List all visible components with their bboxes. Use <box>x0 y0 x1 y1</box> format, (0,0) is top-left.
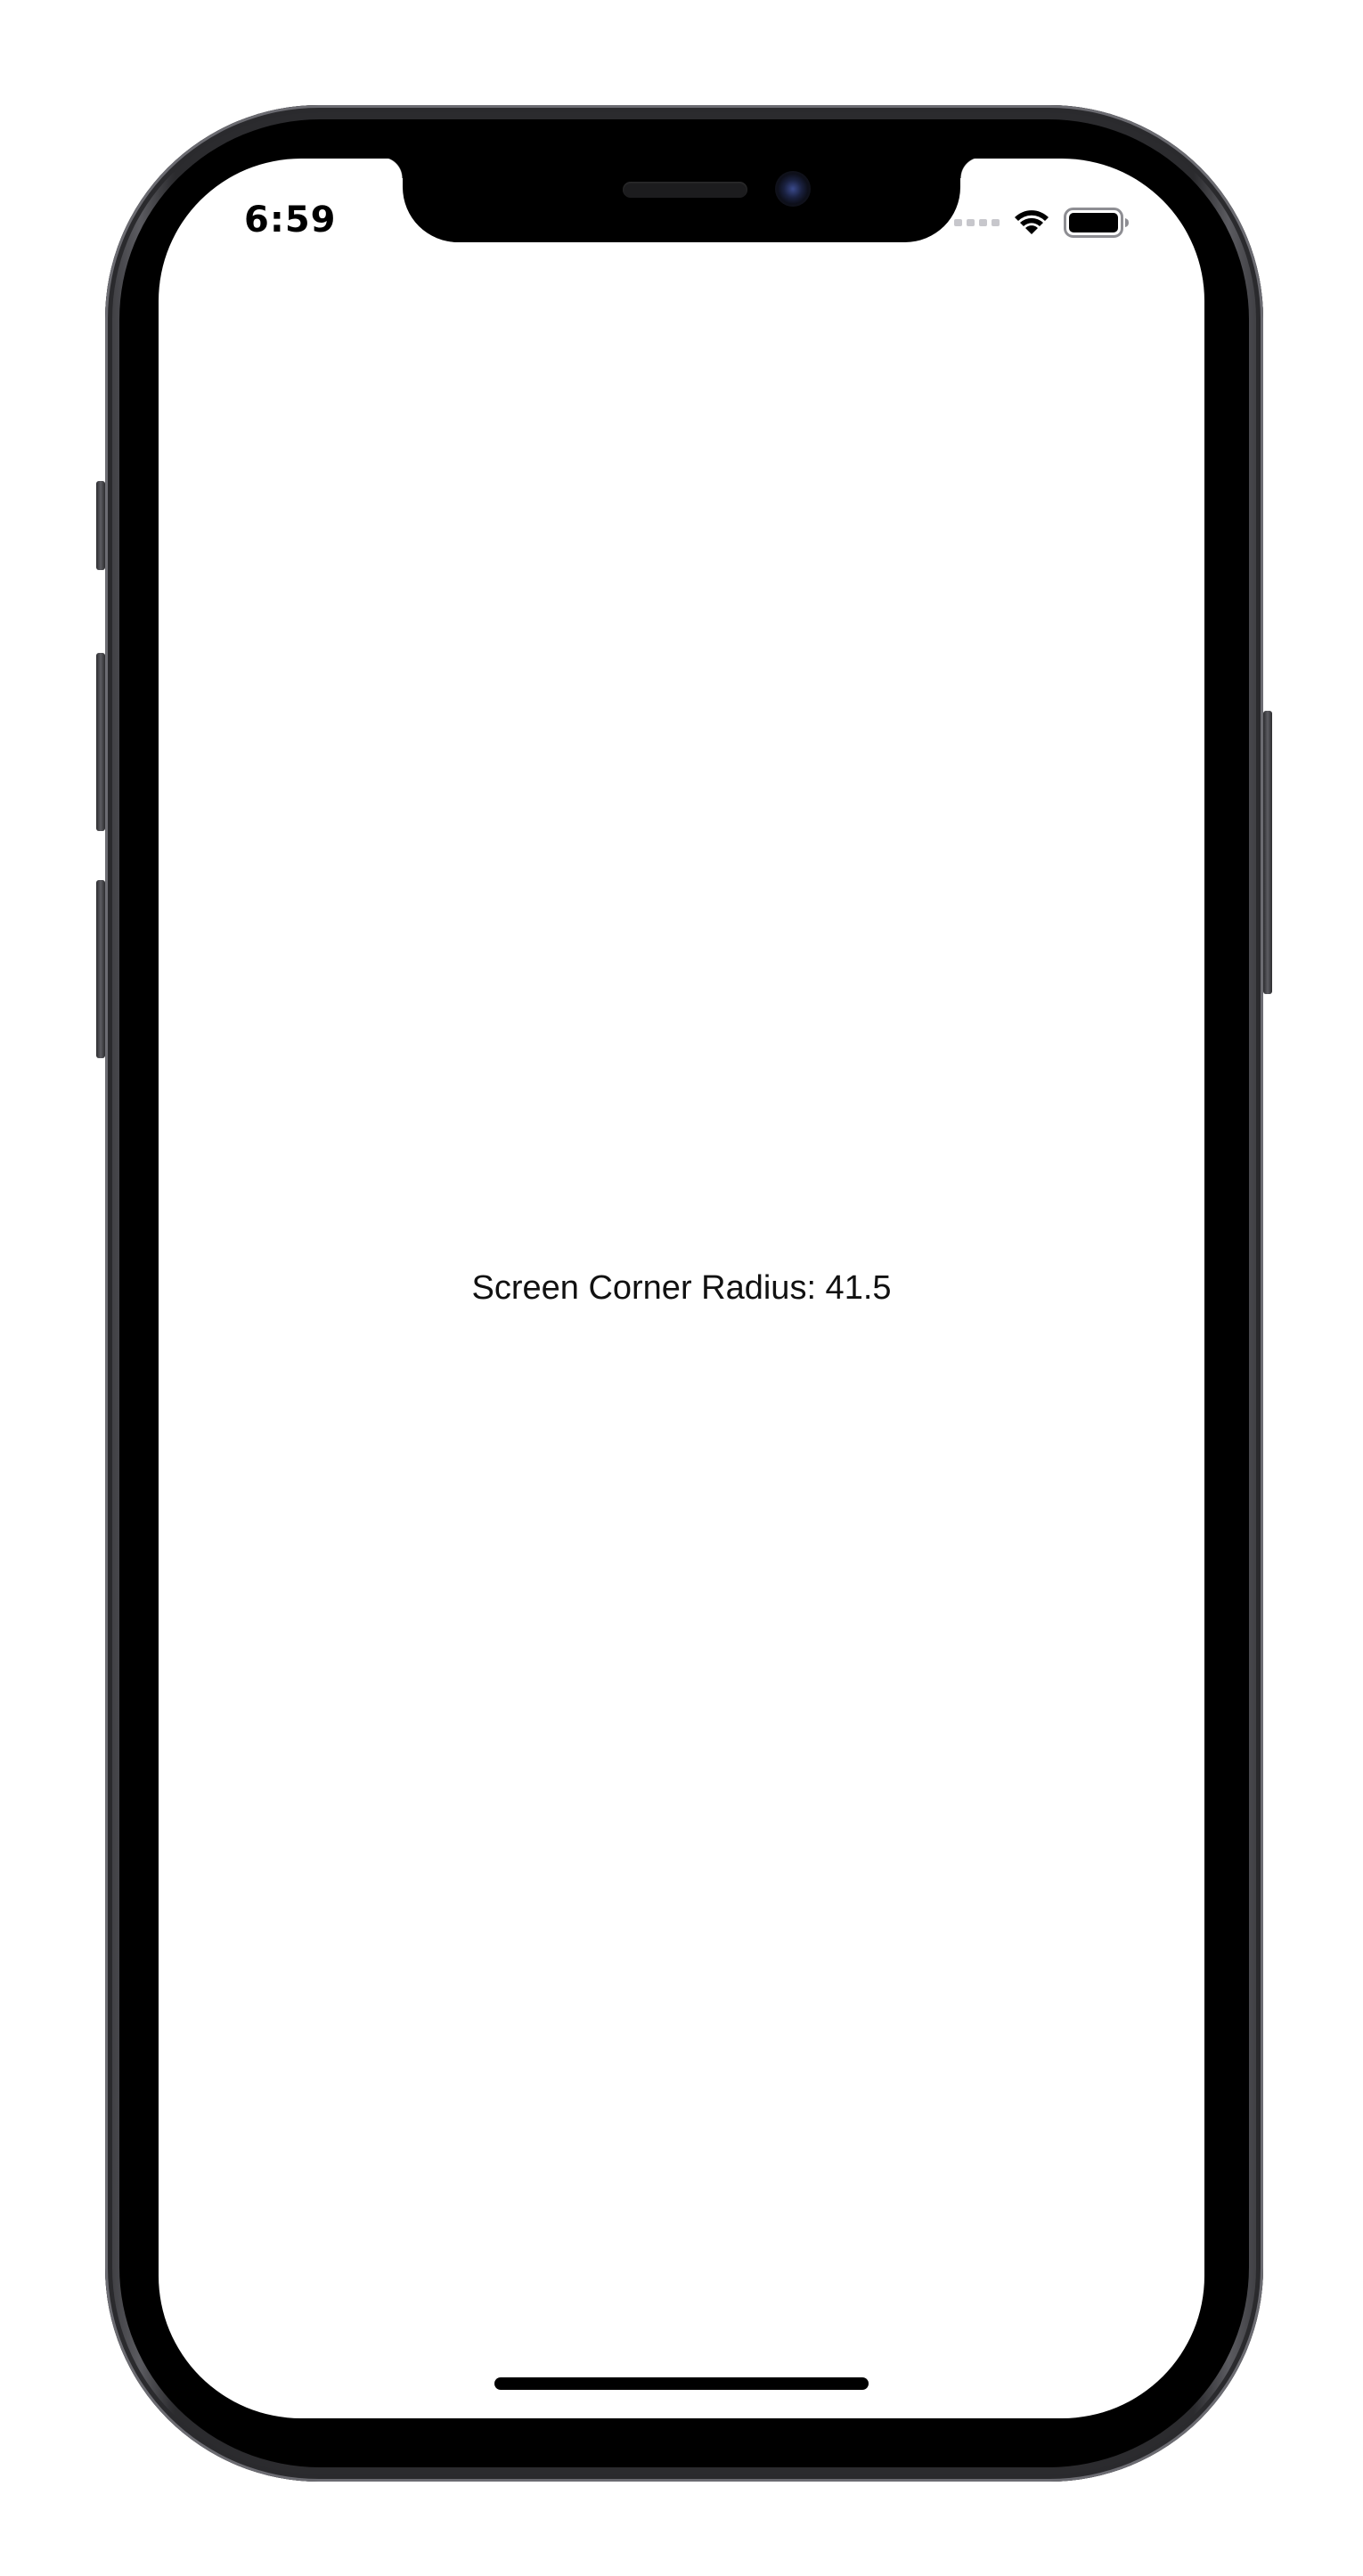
battery-icon <box>1064 207 1130 239</box>
mute-switch <box>96 481 105 570</box>
wifi-icon <box>1012 208 1051 238</box>
status-indicators <box>954 205 1130 240</box>
front-camera <box>775 171 811 207</box>
status-time: 6:59 <box>244 200 337 240</box>
cellular-signal-icon <box>954 219 1000 226</box>
earpiece-speaker <box>623 182 747 198</box>
volume-up-button <box>96 653 105 831</box>
phone-screen: 6:59 Screen Corner Radius: 41.5 <box>159 159 1204 2418</box>
notch <box>381 159 982 242</box>
volume-down-button <box>96 880 105 1058</box>
home-indicator[interactable] <box>494 2377 869 2390</box>
screen-corner-radius-label: Screen Corner Radius: 41.5 <box>471 1269 892 1307</box>
power-button <box>1263 711 1272 994</box>
